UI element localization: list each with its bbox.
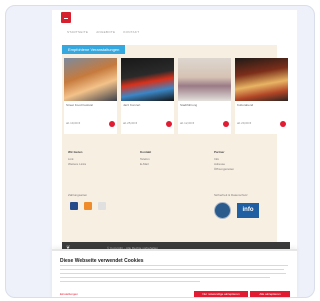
event-title: Kulturabend — [237, 103, 254, 107]
security-badge: info — [237, 203, 259, 218]
event-price: ab 19,00 € — [66, 121, 81, 125]
site-logo[interactable] — [61, 12, 71, 23]
event-photo — [64, 58, 117, 101]
payments-heading: Zahlungsarten — [68, 193, 88, 197]
trust-seal-icon — [214, 202, 231, 219]
event-card[interactable]: Street Food Festival ab 19,00 € — [64, 58, 117, 134]
footer-heading: Kontakt — [140, 150, 152, 154]
event-card[interactable]: Stadtführung ab 12,00 € — [178, 58, 231, 134]
accept-necessary-button[interactable]: Nur notwendige akzeptieren — [194, 291, 248, 297]
site-header: STARTSEITE ANGEBOTE KONTAKT — [52, 10, 297, 40]
cookie-settings-link[interactable]: Einstellungen — [60, 292, 78, 296]
footer-heading: Partner — [214, 150, 225, 154]
event-price: ab 29,00 € — [237, 121, 252, 125]
payment-logos — [70, 202, 106, 210]
site-footer: Wir bieten Link Weitere Links Kontakt Te… — [64, 150, 290, 238]
cookie-text — [60, 265, 290, 287]
event-card[interactable]: Jazz Konzert ab 25,00 € — [121, 58, 174, 134]
accept-all-button[interactable]: Alle akzeptieren — [250, 291, 290, 297]
browser-frame: STARTSEITE ANGEBOTE KONTAKT Empfohlene V… — [5, 5, 315, 298]
add-cart-icon[interactable] — [280, 121, 286, 127]
event-card[interactable]: Kulturabend ab 29,00 € — [235, 58, 288, 134]
add-cart-icon[interactable] — [109, 121, 115, 127]
nav-item-home[interactable]: STARTSEITE — [67, 30, 88, 34]
event-title: Street Food Festival — [66, 103, 93, 107]
nav-item-offers[interactable]: ANGEBOTE — [96, 30, 115, 34]
event-photo — [121, 58, 174, 101]
event-price: ab 12,00 € — [180, 121, 195, 125]
event-title: Stadtführung — [180, 103, 198, 107]
main-nav: STARTSEITE ANGEBOTE KONTAKT — [67, 30, 139, 34]
cookie-title: Diese Webseite verwendet Cookies — [60, 258, 144, 264]
payment-logo-icon — [84, 202, 92, 210]
footer-column: Partner Info Adresse Öffnungszeiten — [214, 150, 234, 172]
add-cart-icon[interactable] — [166, 121, 172, 127]
nav-item-contact[interactable]: KONTAKT — [123, 30, 139, 34]
event-title: Jazz Konzert — [123, 103, 141, 107]
payment-logo-icon — [70, 202, 78, 210]
event-photo — [178, 58, 231, 101]
footer-column: Wir bieten Link Weitere Links — [68, 150, 86, 167]
event-cards: Street Food Festival ab 19,00 € Jazz Kon… — [64, 58, 290, 134]
featured-tag: Empfohlene Veranstaltungen — [62, 45, 126, 54]
footer-heading: Wir bieten — [68, 150, 83, 154]
footer-link[interactable]: Öffnungszeiten — [214, 167, 234, 172]
event-photo — [235, 58, 288, 101]
footer-column: Kontakt Telefon E-Mail — [140, 150, 151, 167]
cookie-banner: Diese Webseite verwendet Cookies Einstel… — [52, 249, 297, 297]
security-logos: info — [214, 202, 259, 219]
security-heading: Sicherheit & Datenschutz — [214, 193, 248, 197]
add-cart-icon[interactable] — [223, 121, 229, 127]
event-price: ab 25,00 € — [123, 121, 138, 125]
footer-link[interactable]: Weitere Links — [68, 162, 86, 167]
footer-link[interactable]: E-Mail — [140, 162, 151, 167]
payment-logo-icon — [98, 202, 106, 210]
